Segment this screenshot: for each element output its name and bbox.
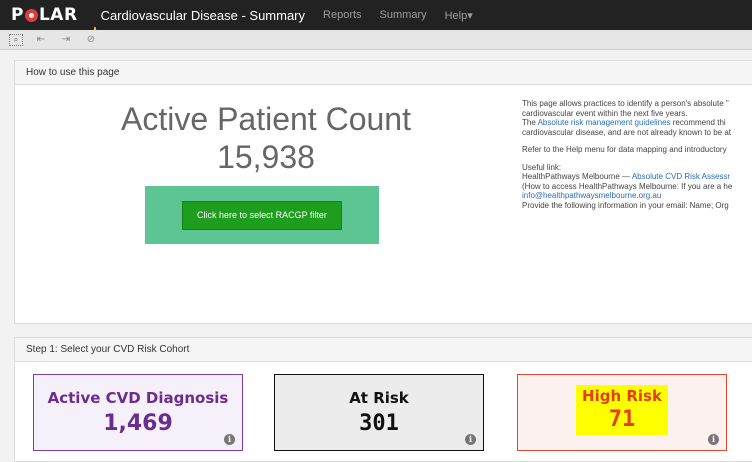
polar-logo[interactable]: P LAR [11,5,78,25]
how-to-panel: How to use this page Active Patient Coun… [14,60,752,324]
back-icon[interactable]: ⇤ [34,34,48,46]
card-label: Active CVD Diagnosis [47,389,229,407]
help-line: cardiovascular event within the next fiv… [522,108,688,118]
page-title: Cardiovascular Disease - Summary [100,7,306,23]
top-navbar: P LAR Cardiovascular Disease - Summary Re… [0,0,752,30]
at-risk-card[interactable]: At Risk 301 i [274,374,484,451]
info-icon[interactable]: i [224,434,235,445]
risk-guidelines-link[interactable]: Absolute risk management guidelines [538,118,671,127]
help-line: Refer to the Help menu for data mapping … [522,145,727,154]
card-value: 1,469 [103,411,173,436]
help-line: cardiovascular disease, and are not alre… [522,127,732,137]
info-icon[interactable]: i [708,434,719,445]
help-line: Useful link: [522,162,562,172]
forward-icon[interactable]: ⇥ [59,34,73,46]
help-line: (How to access HealthPathways Melbourne:… [522,181,733,191]
panel-header: Step 1: Select your CVD Risk Cohort [15,338,752,362]
active-patient-count-value: 15,938 [217,139,315,175]
cohort-panel: Step 1: Select your CVD Risk Cohort Acti… [14,337,752,462]
card-label: At Risk [349,389,409,407]
cvd-risk-assessment-link[interactable]: Absolute CVD Risk Assessr [632,172,730,181]
help-line: This page allows practices to identify a… [522,99,729,108]
nav-help[interactable]: Help▾ [445,9,473,22]
help-line: Provide the following information in you… [522,200,729,210]
card-value: 301 [359,411,399,436]
help-line: The Absolute risk management guidelines … [522,118,726,127]
card-value: 71 [608,407,636,432]
nav-reports[interactable]: Reports [323,9,362,21]
card-label: High Risk [582,387,662,405]
high-risk-highlight: High Risk 71 [576,385,668,435]
nav-summary[interactable]: Summary [380,9,427,21]
active-cvd-diagnosis-card[interactable]: Active CVD Diagnosis 1,469 i [33,374,243,451]
clear-icon[interactable]: ⊘ [84,34,98,46]
high-risk-card[interactable]: High Risk 71 i [517,374,727,451]
active-patient-count-title: Active Patient Count [121,101,411,137]
info-icon[interactable]: i [465,434,476,445]
logo-dot-icon [24,8,38,22]
panel-header: How to use this page [15,61,752,85]
qlik-toolbar: ⌕ ⇤ ⇥ ⊘ [0,30,752,50]
smart-search-icon[interactable]: ⌕ [9,33,23,46]
help-line: HealthPathways Melbourne — Absolute CVD … [522,172,731,181]
healthpathways-email-link[interactable]: info@healthpathwaysmelbourne.org.au [522,191,661,200]
filter-container: Click here to select RACGP filter [145,186,379,244]
select-racgp-filter-button[interactable]: Click here to select RACGP filter [182,200,342,230]
help-text: This page allows practices to identify a… [522,99,752,210]
